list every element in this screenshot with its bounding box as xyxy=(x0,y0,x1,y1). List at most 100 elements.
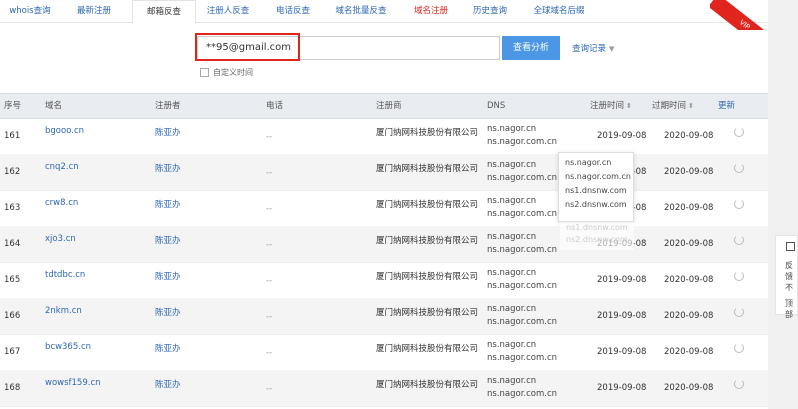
tab-history[interactable]: 历史查询 xyxy=(466,0,514,22)
col-reg-time[interactable]: 注册时间 ⬍ xyxy=(590,94,632,118)
tab-latest-registration[interactable]: 最新注册 xyxy=(64,0,124,22)
tab-email-reverse[interactable]: 邮箱反查 xyxy=(132,0,196,24)
row-dns[interactable]: ns.nagor.cn ns.nagor.com.cn xyxy=(487,339,557,365)
row-dns[interactable]: ns.nagor.cn ns.nagor.com.cn xyxy=(487,123,557,149)
row-registrar: 厦门纳网科技股份有限公司 xyxy=(376,200,479,210)
row-dns-2: ns.nagor.com.cn xyxy=(487,137,558,147)
vip-ribbon[interactable]: VIP xyxy=(710,0,770,30)
tab-batch-reverse[interactable]: 域名批量反查 xyxy=(328,0,394,22)
refresh-icon[interactable] xyxy=(734,343,744,353)
row-reg-time: 2019-09-08 xyxy=(597,311,647,321)
refresh-icon[interactable] xyxy=(734,199,744,209)
row-domain-link[interactable]: cnq2.cn xyxy=(45,162,79,172)
row-domain-link[interactable]: 2nkm.cn xyxy=(45,306,82,316)
col-registrant: 注册者 xyxy=(155,101,181,111)
table-row: 165 tdtdbc.cn 陈亚办 -- 厦门纳网科技股份有限公司 2019-09-08 2… xyxy=(0,262,768,299)
row-phone: -- xyxy=(266,384,273,394)
row-seq: 161 xyxy=(4,131,21,141)
col-exp-time[interactable]: 过期时间 ⬍ xyxy=(652,94,694,118)
row-reg-time: 2019-09-08 xyxy=(597,383,647,393)
row-phone: -- xyxy=(266,168,273,178)
col-seq: 序号 xyxy=(4,101,22,111)
row-registrant-link[interactable]: 陈亚办 xyxy=(155,162,181,174)
row-registrar: 厦门纳网科技股份有限公司 xyxy=(376,128,479,138)
row-dns[interactable]: ns.nagor.cn ns.nagor.com.cn xyxy=(487,159,557,185)
query-history-label: 查询记录 xyxy=(572,44,607,54)
row-reg-time: 2019-09-08 xyxy=(597,275,647,285)
row-dns[interactable]: ns.nagor.cn ns.nagor.com.cn xyxy=(487,303,557,329)
row-phone: -- xyxy=(266,204,273,214)
custom-time-checkbox[interactable] xyxy=(200,68,209,77)
table-row: 164xjo3.cn陈亚办--厦门纳网科技股份有限公司2019-09-08202… xyxy=(0,226,768,263)
row-registrant-link[interactable]: 陈亚办 xyxy=(155,342,181,354)
row-seq: 164 xyxy=(4,239,21,249)
row-dns[interactable]: ns.nagor.cn ns.nagor.com.cn xyxy=(487,267,557,293)
row-exp-time: 2020-09-08 xyxy=(664,167,714,177)
row-dns-2: ns.nagor.com.cn xyxy=(487,317,558,327)
row-domain-link[interactable]: xjo3.cn xyxy=(45,234,76,244)
row-dns-1: ns.nagor.cn xyxy=(487,160,537,170)
chevron-down-icon: ▼ xyxy=(609,45,615,53)
row-registrant-link[interactable]: 陈亚办 xyxy=(155,306,181,318)
row-dns-1: ns.nagor.cn xyxy=(487,124,537,134)
tab-phone-reverse[interactable]: 电话反查 xyxy=(266,0,320,22)
tab-whois[interactable]: whois查询 xyxy=(0,0,60,22)
row-registrar: 厦门纳网科技股份有限公司 xyxy=(376,236,479,246)
query-history-link[interactable]: 查询记录 ▼ xyxy=(572,42,614,54)
row-exp-time: 2020-09-08 xyxy=(664,203,714,213)
side-feedback-widget[interactable]: 反馈 不 顶部 xyxy=(775,235,798,319)
refresh-icon[interactable] xyxy=(734,379,744,389)
tab-bar: whois查询 最新注册 邮箱反查 注册人反查 电话反查 域名批量反查 域名注册… xyxy=(0,0,768,24)
row-dns-2: ns.nagor.com.cn xyxy=(487,173,558,183)
refresh-icon[interactable] xyxy=(734,307,744,317)
row-registrant-link[interactable]: 陈亚办 xyxy=(155,378,181,390)
row-reg-time: 2019-09-08 xyxy=(597,347,647,357)
row-domain-link[interactable]: crw8.cn xyxy=(45,198,78,208)
dns-popup-item: ns.nagor.com.cn xyxy=(565,172,631,181)
refresh-icon[interactable] xyxy=(734,271,744,281)
tab-domain-register[interactable]: 域名注册 xyxy=(404,0,458,22)
refresh-icon[interactable] xyxy=(734,163,744,173)
col-refresh[interactable]: 更新 xyxy=(718,94,735,118)
dns-popup-faint-item: ns1.dnsnw.com xyxy=(566,223,628,232)
tab-registrant-reverse[interactable]: 注册人反查 xyxy=(200,0,256,22)
row-phone: -- xyxy=(266,276,273,286)
refresh-icon[interactable] xyxy=(734,235,744,245)
scrollbar[interactable] xyxy=(768,0,798,409)
edit-icon xyxy=(786,242,795,251)
col-domain: 域名 xyxy=(45,101,63,111)
row-phone: -- xyxy=(266,240,273,250)
row-dns[interactable]: ns.nagor.cn ns.nagor.com.cn xyxy=(487,231,557,257)
row-phone: -- xyxy=(266,312,273,322)
search-button[interactable]: 查看分析 xyxy=(502,36,560,60)
row-domain-link[interactable]: bgooo.cn xyxy=(45,126,84,136)
col-reg-time-label: 注册时间 xyxy=(590,101,625,111)
table-row: 167 bcw365.cn 陈亚办 -- 厦门纳网科技股份有限公司 2019-09-08 2… xyxy=(0,334,768,371)
refresh-icon[interactable] xyxy=(734,127,744,137)
row-dns-2: ns.nagor.com.cn xyxy=(487,353,558,363)
row-dns[interactable]: ns.nagor.cn ns.nagor.com.cn xyxy=(487,375,557,401)
row-dns-1: ns.nagor.cn xyxy=(487,340,537,350)
row-registrant-link[interactable]: 陈亚办 xyxy=(155,198,181,210)
row-domain-link[interactable]: bcw365.cn xyxy=(45,342,91,352)
row-phone: -- xyxy=(266,132,273,142)
row-dns-1: ns.nagor.cn xyxy=(487,196,537,206)
custom-time-option[interactable]: 自定义时间 xyxy=(200,67,253,78)
row-dns[interactable]: ns.nagor.cn ns.nagor.com.cn xyxy=(487,195,557,221)
row-dns-2: ns.nagor.com.cn xyxy=(487,209,558,219)
row-domain-link[interactable]: tdtdbc.cn xyxy=(45,270,85,280)
custom-time-label: 自定义时间 xyxy=(213,68,253,77)
sort-icon: ⬍ xyxy=(626,102,632,110)
row-seq: 166 xyxy=(4,311,21,321)
row-dns-1: ns.nagor.cn xyxy=(487,232,537,242)
dns-popup-faint-item: ns2.dnsnw.com xyxy=(566,235,628,244)
tab-global-suffix[interactable]: 全球域名后缀 xyxy=(526,0,592,22)
row-domain-link[interactable]: wowsf159.cn xyxy=(45,378,101,388)
row-exp-time: 2020-09-08 xyxy=(664,275,714,285)
dns-popup-item: ns2.dnsnw.com xyxy=(565,200,627,209)
row-registrant-link[interactable]: 陈亚办 xyxy=(155,126,181,138)
dns-popup: ns.nagor.cn ns.nagor.com.cn ns1.dnsnw.co… xyxy=(558,152,634,222)
row-registrant-link[interactable]: 陈亚办 xyxy=(155,234,181,246)
table-row: 166 2nkm.cn 陈亚办 -- 厦门纳网科技股份有限公司 2019-09-08 202… xyxy=(0,298,768,335)
row-registrant-link[interactable]: 陈亚办 xyxy=(155,270,181,282)
